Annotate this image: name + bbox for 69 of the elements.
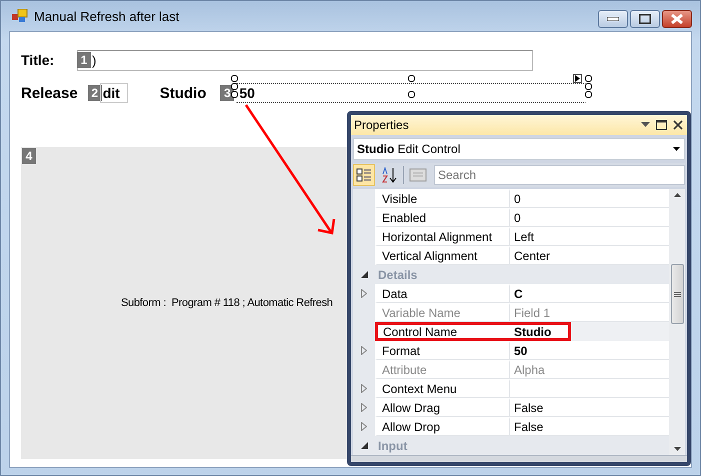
property-value: 0 [514, 192, 521, 206]
categorized-button[interactable] [353, 164, 375, 186]
expand-icon[interactable] [361, 289, 367, 298]
field-label: Studio [160, 84, 206, 102]
dropdown-icon [673, 147, 680, 151]
maximize-icon[interactable] [656, 120, 667, 130]
window-title: Manual Refresh after last [34, 8, 180, 24]
expand-icon[interactable] [361, 422, 367, 431]
collapse-icon[interactable] [360, 271, 368, 278]
scroll-up-icon[interactable] [674, 193, 680, 197]
app-icon [12, 9, 28, 23]
property-value: Left [514, 230, 534, 244]
smart-tag-button[interactable] [573, 74, 582, 83]
property-name: Enabled [382, 211, 426, 225]
expand-icon[interactable] [361, 403, 367, 412]
index-badge: 3 [220, 85, 234, 101]
panel-title: Properties [354, 118, 409, 132]
maximize-button[interactable] [630, 10, 660, 28]
field-value: 50 [239, 85, 255, 101]
property-name: Allow Drag [382, 401, 440, 415]
field-value: ) [92, 52, 96, 68]
search-field[interactable]: Search [434, 165, 685, 185]
dropdown-icon[interactable] [641, 122, 650, 128]
property-value: 0 [514, 211, 521, 225]
close-icon[interactable] [673, 120, 683, 130]
property-value: C [514, 287, 523, 301]
property-name: Context Menu [382, 382, 457, 396]
resize-handle[interactable] [408, 75, 416, 82]
property-name: Vertical Alignment [382, 249, 478, 263]
property-name: Format [382, 344, 420, 358]
expand-icon[interactable] [361, 384, 367, 393]
input-field[interactable]: dit [100, 83, 128, 103]
field-label: Release [21, 84, 78, 102]
category-name: Details [377, 266, 418, 284]
property-value: Field 1 [514, 306, 550, 320]
minimize-button[interactable] [598, 10, 628, 28]
minimize-icon [607, 17, 619, 21]
close-button[interactable] [662, 10, 692, 28]
maximize-icon [639, 14, 651, 24]
index-badge: 2 [88, 85, 102, 101]
index-badge: 1 [77, 52, 91, 68]
field-label: Title: [21, 52, 56, 68]
resize-handle[interactable] [408, 91, 416, 98]
scroll-down-icon[interactable] [674, 447, 680, 451]
property-value: 50 [514, 344, 528, 358]
scroll-thumb[interactable] [670, 264, 684, 324]
object-name: Studio Edit Control [357, 142, 460, 156]
scrollbar[interactable] [669, 189, 685, 455]
expand-icon[interactable] [361, 346, 367, 355]
collapse-icon[interactable] [360, 442, 368, 449]
property-name: Variable Name [382, 306, 460, 320]
field-value: dit [102, 85, 120, 101]
property-name: Allow Drop [382, 420, 440, 434]
property-value: Studio [514, 324, 552, 338]
property-value: Alpha [514, 363, 545, 377]
subform-caption: Subform : Program # 118 ; Automatic Refresh [121, 297, 333, 309]
property-value: Center [514, 249, 550, 263]
property-name: Horizontal Alignment [382, 230, 492, 244]
property-name: Control Name [383, 324, 458, 338]
property-name: Data [382, 287, 408, 301]
object-selector[interactable]: Studio Edit Control [353, 138, 685, 160]
index-badge: 4 [22, 148, 36, 164]
property-value: False [514, 401, 544, 415]
category-name: Input [377, 438, 408, 454]
grip-icon [674, 292, 680, 296]
close-icon [671, 14, 683, 24]
property-name: Visible [382, 192, 418, 206]
property-value: False [514, 420, 544, 434]
property-name: Attribute [382, 363, 427, 377]
